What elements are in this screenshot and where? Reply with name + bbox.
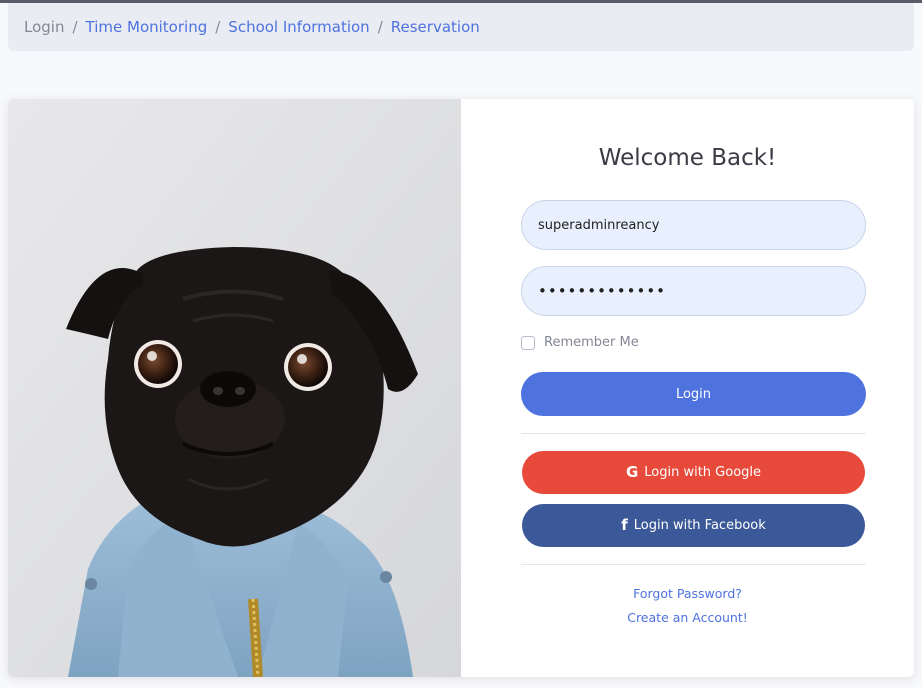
remember-me-label: Remember Me (544, 335, 639, 350)
login-button[interactable]: Login (521, 372, 866, 416)
google-icon: G (625, 463, 639, 481)
breadcrumb-separator: / (72, 18, 78, 36)
breadcrumb: Login / Time Monitoring / School Informa… (8, 3, 914, 51)
create-account-link[interactable]: Create an Account! (461, 610, 914, 625)
login-with-facebook-button[interactable]: f Login with Facebook (522, 504, 865, 547)
checkbox-box[interactable] (521, 335, 535, 350)
breadcrumb-reservation[interactable]: Reservation (391, 18, 480, 36)
divider (521, 433, 866, 434)
login-button-label: Login (675, 386, 712, 402)
divider (521, 564, 866, 565)
breadcrumb-school-information[interactable]: School Information (228, 18, 369, 36)
username-input[interactable] (521, 200, 866, 250)
facebook-icon: f (621, 516, 628, 534)
remember-me-checkbox[interactable]: Remember Me (521, 335, 639, 350)
password-input[interactable] (521, 266, 866, 316)
facebook-button-label: Login with Facebook (633, 518, 766, 533)
breadcrumb-separator: / (377, 18, 383, 36)
login-with-google-button[interactable]: G Login with Google (522, 451, 865, 494)
pug-illustration (8, 99, 461, 677)
login-form: Welcome Back! Remember Me Login G Login … (461, 99, 914, 677)
breadcrumb-login: Login (24, 18, 65, 36)
page-title: Welcome Back! (598, 145, 777, 171)
breadcrumb-separator: / (215, 18, 221, 36)
google-button-label: Login with Google (644, 465, 762, 480)
breadcrumb-time-monitoring[interactable]: Time Monitoring (86, 18, 208, 36)
forgot-password-link[interactable]: Forgot Password? (461, 586, 914, 601)
pug-photo (8, 99, 461, 677)
login-card: Welcome Back! Remember Me Login G Login … (8, 99, 914, 677)
